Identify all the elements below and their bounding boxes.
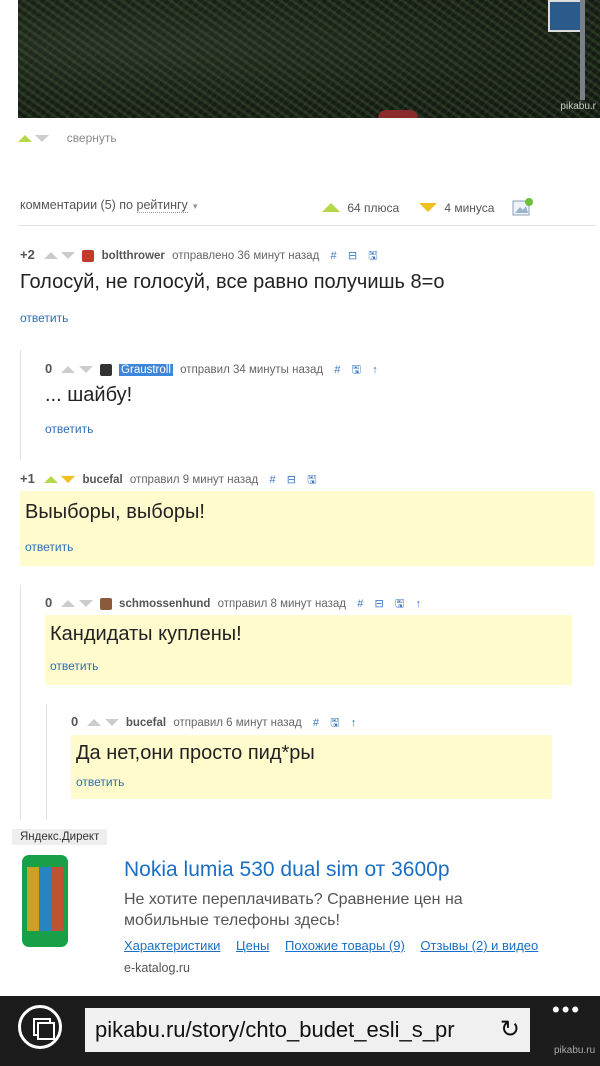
- plus-count: 64 плюса: [347, 201, 400, 215]
- collapse-link[interactable]: свернуть: [67, 131, 117, 145]
- reply-link[interactable]: ответить: [76, 775, 124, 789]
- collapse-icon[interactable]: ⊟: [348, 250, 357, 262]
- thread-line: [20, 350, 21, 460]
- more-menu-icon[interactable]: •••: [552, 997, 581, 1023]
- address-bar[interactable]: pikabu.ru/story/chto_budet_esli_s_pr ↻: [85, 1008, 530, 1052]
- red-object: [378, 110, 418, 118]
- screenshot-watermark: pikabu.ru: [554, 1045, 596, 1056]
- upvote-icon[interactable]: [87, 719, 102, 726]
- save-icon[interactable]: 🖫: [352, 364, 361, 376]
- comment-time: отправил 8 минут назад: [217, 598, 346, 610]
- sign-pole: [580, 0, 585, 100]
- story-vote-bar: свернуть: [18, 131, 117, 145]
- image-watermark: pikabu.r: [560, 101, 596, 112]
- comment-author[interactable]: Graustroll: [119, 364, 173, 376]
- comments-count-label: комментарии (5) по: [20, 198, 134, 212]
- comment-text: Выыборы, выборы!: [25, 501, 205, 523]
- downvote-icon[interactable]: [78, 366, 93, 373]
- upvote-icon[interactable]: [44, 252, 59, 259]
- sort-dropdown[interactable]: рейтингу: [136, 198, 188, 213]
- reload-icon[interactable]: ↻: [500, 1015, 520, 1044]
- save-icon[interactable]: 🖫: [368, 250, 377, 262]
- comment-score: 0: [71, 714, 79, 729]
- thread-line: [46, 704, 47, 820]
- ad-label: Яндекс.Директ: [12, 829, 108, 845]
- comment-time: отправил 9 минут назад: [129, 474, 259, 486]
- downvote-icon[interactable]: [104, 719, 119, 726]
- address-bar-url[interactable]: pikabu.ru/story/chto_budet_esli_s_pr: [95, 1017, 490, 1043]
- comment-author[interactable]: bucefal: [82, 474, 122, 486]
- comments-sort-bar: комментарии (5) по рейтингу ▼: [20, 198, 199, 213]
- upvote-icon[interactable]: [18, 135, 32, 142]
- ad-description: Не хотите переплачивать? Сравнение цен н…: [124, 891, 463, 929]
- minus-stat: 4 минуса: [419, 201, 494, 215]
- downvote-icon[interactable]: [61, 476, 76, 483]
- ad-link-reviews[interactable]: Отзывы (2) и видео: [420, 938, 538, 953]
- upvote-icon[interactable]: [44, 476, 59, 483]
- ad-link-specs[interactable]: Характеристики: [124, 938, 220, 953]
- thread-line: [20, 585, 21, 820]
- downvote-icon[interactable]: [35, 135, 50, 142]
- comment-score: 0: [45, 361, 53, 376]
- minus-count: 4 минуса: [444, 201, 495, 215]
- comment-score: 0: [45, 595, 53, 610]
- reply-link[interactable]: ответить: [45, 422, 93, 436]
- collapse-icon[interactable]: ⊟: [375, 598, 384, 610]
- comment-2-meta: 0 Graustroll отправил 34 минуты назад # …: [45, 361, 378, 380]
- parent-arrow-icon[interactable]: ↑: [351, 717, 357, 729]
- parent-arrow-icon[interactable]: ↑: [372, 364, 378, 376]
- image-toggle-icon[interactable]: [512, 197, 534, 217]
- comment-author[interactable]: bucefal: [126, 717, 166, 729]
- save-icon[interactable]: 🖫: [307, 474, 316, 486]
- permalink-icon[interactable]: #: [331, 250, 337, 262]
- upvote-icon[interactable]: [61, 600, 76, 607]
- comment-text: Да нет,они просто пид*ры: [76, 742, 315, 764]
- upvote-icon[interactable]: [61, 366, 76, 373]
- comment-4-meta: 0 schmossenhund отправил 8 минут назад #…: [45, 595, 421, 614]
- ad-domain: e-katalog.ru: [124, 961, 191, 975]
- comment-time: отправил 34 минуты назад: [180, 364, 324, 376]
- tabs-button[interactable]: [18, 1005, 62, 1049]
- save-icon[interactable]: 🖫: [395, 598, 404, 610]
- comment-3-meta: +1 bucefal отправил 9 минут назад # ⊟ 🖫: [20, 471, 317, 490]
- ad-link-similar[interactable]: Похожие товары (9): [285, 938, 405, 953]
- ad-phone-image[interactable]: [22, 855, 68, 947]
- parent-arrow-icon[interactable]: ↑: [416, 598, 422, 610]
- road-sign: [548, 0, 584, 32]
- comment-author[interactable]: schmossenhund: [119, 598, 210, 610]
- ad-title-link[interactable]: Nokia lumia 530 dual sim от 3600р: [124, 858, 450, 882]
- chevron-down-icon[interactable]: ▼: [191, 202, 199, 211]
- permalink-icon[interactable]: #: [357, 598, 363, 610]
- permalink-icon[interactable]: #: [313, 717, 319, 729]
- ad-link-prices[interactable]: Цены: [236, 938, 269, 953]
- collapse-icon[interactable]: ⊟: [287, 474, 296, 486]
- avatar: [99, 597, 112, 610]
- permalink-icon[interactable]: #: [269, 474, 275, 486]
- downvote-icon[interactable]: [61, 252, 76, 259]
- avatar: [82, 249, 95, 262]
- downvote-icon[interactable]: [78, 600, 93, 607]
- ad-links: Характеристики Цены Похожие товары (9) О…: [124, 938, 550, 953]
- minus-icon: [419, 203, 437, 212]
- plus-stat: 64 плюса: [322, 201, 399, 215]
- comment-text: Голосуй, не голосуй, все равно получишь …: [20, 271, 445, 293]
- permalink-icon[interactable]: #: [334, 364, 340, 376]
- comment-time: отправлено 36 минут назад: [172, 250, 320, 262]
- comment-score: +1: [20, 471, 35, 486]
- save-icon[interactable]: 🖫: [330, 717, 339, 729]
- reply-link[interactable]: ответить: [50, 659, 98, 673]
- comment-score: +2: [20, 247, 35, 262]
- divider: [18, 225, 596, 226]
- comment-text: Кандидаты куплены!: [50, 623, 242, 645]
- comment-author[interactable]: boltthrower: [102, 250, 165, 262]
- comment-1-meta: +2 boltthrower отправлено 36 минут назад…: [20, 247, 378, 266]
- reply-link[interactable]: ответить: [20, 311, 68, 325]
- avatar: [99, 363, 112, 376]
- comment-time: отправил 6 минут назад: [173, 717, 302, 729]
- story-image: pikabu.r: [18, 0, 600, 118]
- reply-link[interactable]: ответить: [25, 540, 73, 554]
- comment-text: ... шайбу!: [45, 384, 133, 406]
- comment-5-meta: 0 bucefal отправил 6 минут назад # 🖫 ↑: [71, 714, 356, 733]
- plus-icon: [322, 203, 340, 212]
